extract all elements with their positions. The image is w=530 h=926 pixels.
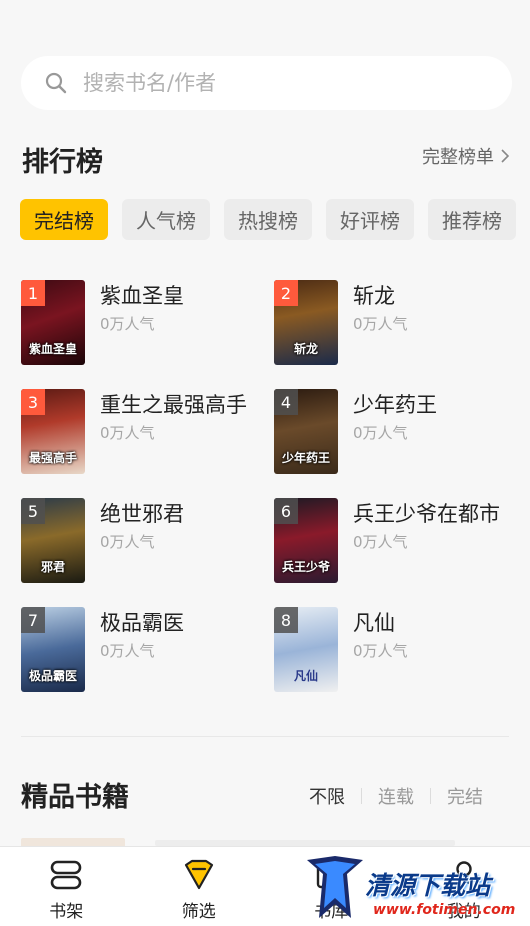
filter-separator bbox=[430, 788, 431, 804]
nav-label: 书架 bbox=[49, 897, 83, 922]
book-title: 斩龙 bbox=[353, 280, 395, 310]
filter-separator bbox=[361, 788, 362, 804]
filter-completed[interactable]: 完结 bbox=[447, 783, 483, 809]
full-list-link[interactable]: 完整榜单 bbox=[422, 143, 510, 169]
rank-badge: 2 bbox=[274, 280, 298, 306]
search-input[interactable] bbox=[81, 70, 465, 96]
book-item[interactable]: 少年药王 4 少年药王 0万人气 bbox=[274, 389, 514, 474]
search-bar[interactable] bbox=[21, 56, 512, 110]
watermark-text: 清源下载站 bbox=[365, 866, 490, 902]
search-icon bbox=[45, 72, 67, 94]
book-popularity: 0万人气 bbox=[100, 640, 155, 661]
book-title: 紫血圣皇 bbox=[100, 280, 184, 310]
book-popularity: 0万人气 bbox=[353, 640, 408, 661]
book-title: 凡仙 bbox=[353, 607, 395, 637]
book-item[interactable]: 极品霸医 7 极品霸医 0万人气 bbox=[21, 607, 261, 692]
book-title: 重生之最强高手 bbox=[100, 389, 247, 419]
tab-trending[interactable]: 热搜榜 bbox=[224, 199, 312, 240]
watermark: 清源下载站 www.fotimen.com bbox=[305, 856, 510, 924]
filter-serializing[interactable]: 连载 bbox=[378, 783, 414, 809]
book-popularity: 0万人气 bbox=[100, 531, 155, 552]
book-item[interactable]: 凡仙 8 凡仙 0万人气 bbox=[274, 607, 514, 692]
book-title: 少年药王 bbox=[353, 389, 437, 419]
ranking-title: 排行榜 bbox=[22, 140, 103, 179]
book-popularity: 0万人气 bbox=[353, 531, 408, 552]
full-list-label: 完整榜单 bbox=[422, 143, 494, 169]
rank-badge: 6 bbox=[274, 498, 298, 524]
bookshelf-icon bbox=[49, 859, 83, 891]
book-cover: 少年药王 4 bbox=[274, 389, 338, 474]
book-popularity: 0万人气 bbox=[100, 313, 155, 334]
book-cover: 凡仙 8 bbox=[274, 607, 338, 692]
nav-filter[interactable]: 筛选 bbox=[133, 847, 266, 926]
rank-badge: 7 bbox=[21, 607, 45, 633]
rank-badge: 8 bbox=[274, 607, 298, 633]
watermark-url: www.fotimen.com bbox=[373, 902, 515, 918]
ranking-tabs: 完结榜 人气榜 热搜榜 好评榜 推荐榜 bbox=[20, 199, 516, 240]
book-title: 兵王少爷在都市 bbox=[353, 498, 500, 528]
rank-badge: 5 bbox=[21, 498, 45, 524]
book-popularity: 0万人气 bbox=[353, 313, 408, 334]
book-popularity: 0万人气 bbox=[353, 422, 408, 443]
book-cover: 兵王少爷 6 bbox=[274, 498, 338, 583]
book-popularity: 0万人气 bbox=[100, 422, 155, 443]
book-item[interactable]: 紫血圣皇 1 紫血圣皇 0万人气 bbox=[21, 280, 261, 365]
book-item[interactable]: 斩龙 2 斩龙 0万人气 bbox=[274, 280, 514, 365]
book-title: 极品霸医 bbox=[100, 607, 184, 637]
rank-badge: 1 bbox=[21, 280, 45, 306]
filter-all[interactable]: 不限 bbox=[309, 783, 345, 809]
filter-icon bbox=[182, 859, 216, 891]
section-divider bbox=[21, 736, 509, 737]
rank-badge: 3 bbox=[21, 389, 45, 415]
book-cover: 邪君 5 bbox=[21, 498, 85, 583]
nav-bookshelf[interactable]: 书架 bbox=[0, 847, 133, 926]
book-cover: 极品霸医 7 bbox=[21, 607, 85, 692]
book-cover: 紫血圣皇 1 bbox=[21, 280, 85, 365]
book-title: 绝世邪君 bbox=[100, 498, 184, 528]
rank-badge: 4 bbox=[274, 389, 298, 415]
book-item[interactable]: 邪君 5 绝世邪君 0万人气 bbox=[21, 498, 261, 583]
tab-top-rated[interactable]: 好评榜 bbox=[326, 199, 414, 240]
featured-filters: 不限 连载 完结 bbox=[309, 783, 483, 809]
tab-popular[interactable]: 人气榜 bbox=[122, 199, 210, 240]
featured-title: 精品书籍 bbox=[21, 775, 129, 814]
chevron-right-icon bbox=[500, 149, 510, 163]
book-cover: 最强高手 3 bbox=[21, 389, 85, 474]
book-item[interactable]: 兵王少爷 6 兵王少爷在都市 0万人气 bbox=[274, 498, 514, 583]
tab-recommended[interactable]: 推荐榜 bbox=[428, 199, 516, 240]
book-cover: 斩龙 2 bbox=[274, 280, 338, 365]
watermark-logo bbox=[305, 856, 365, 922]
book-item[interactable]: 最强高手 3 重生之最强高手 0万人气 bbox=[21, 389, 261, 474]
tab-completed[interactable]: 完结榜 bbox=[20, 199, 108, 240]
nav-label: 筛选 bbox=[182, 897, 216, 922]
